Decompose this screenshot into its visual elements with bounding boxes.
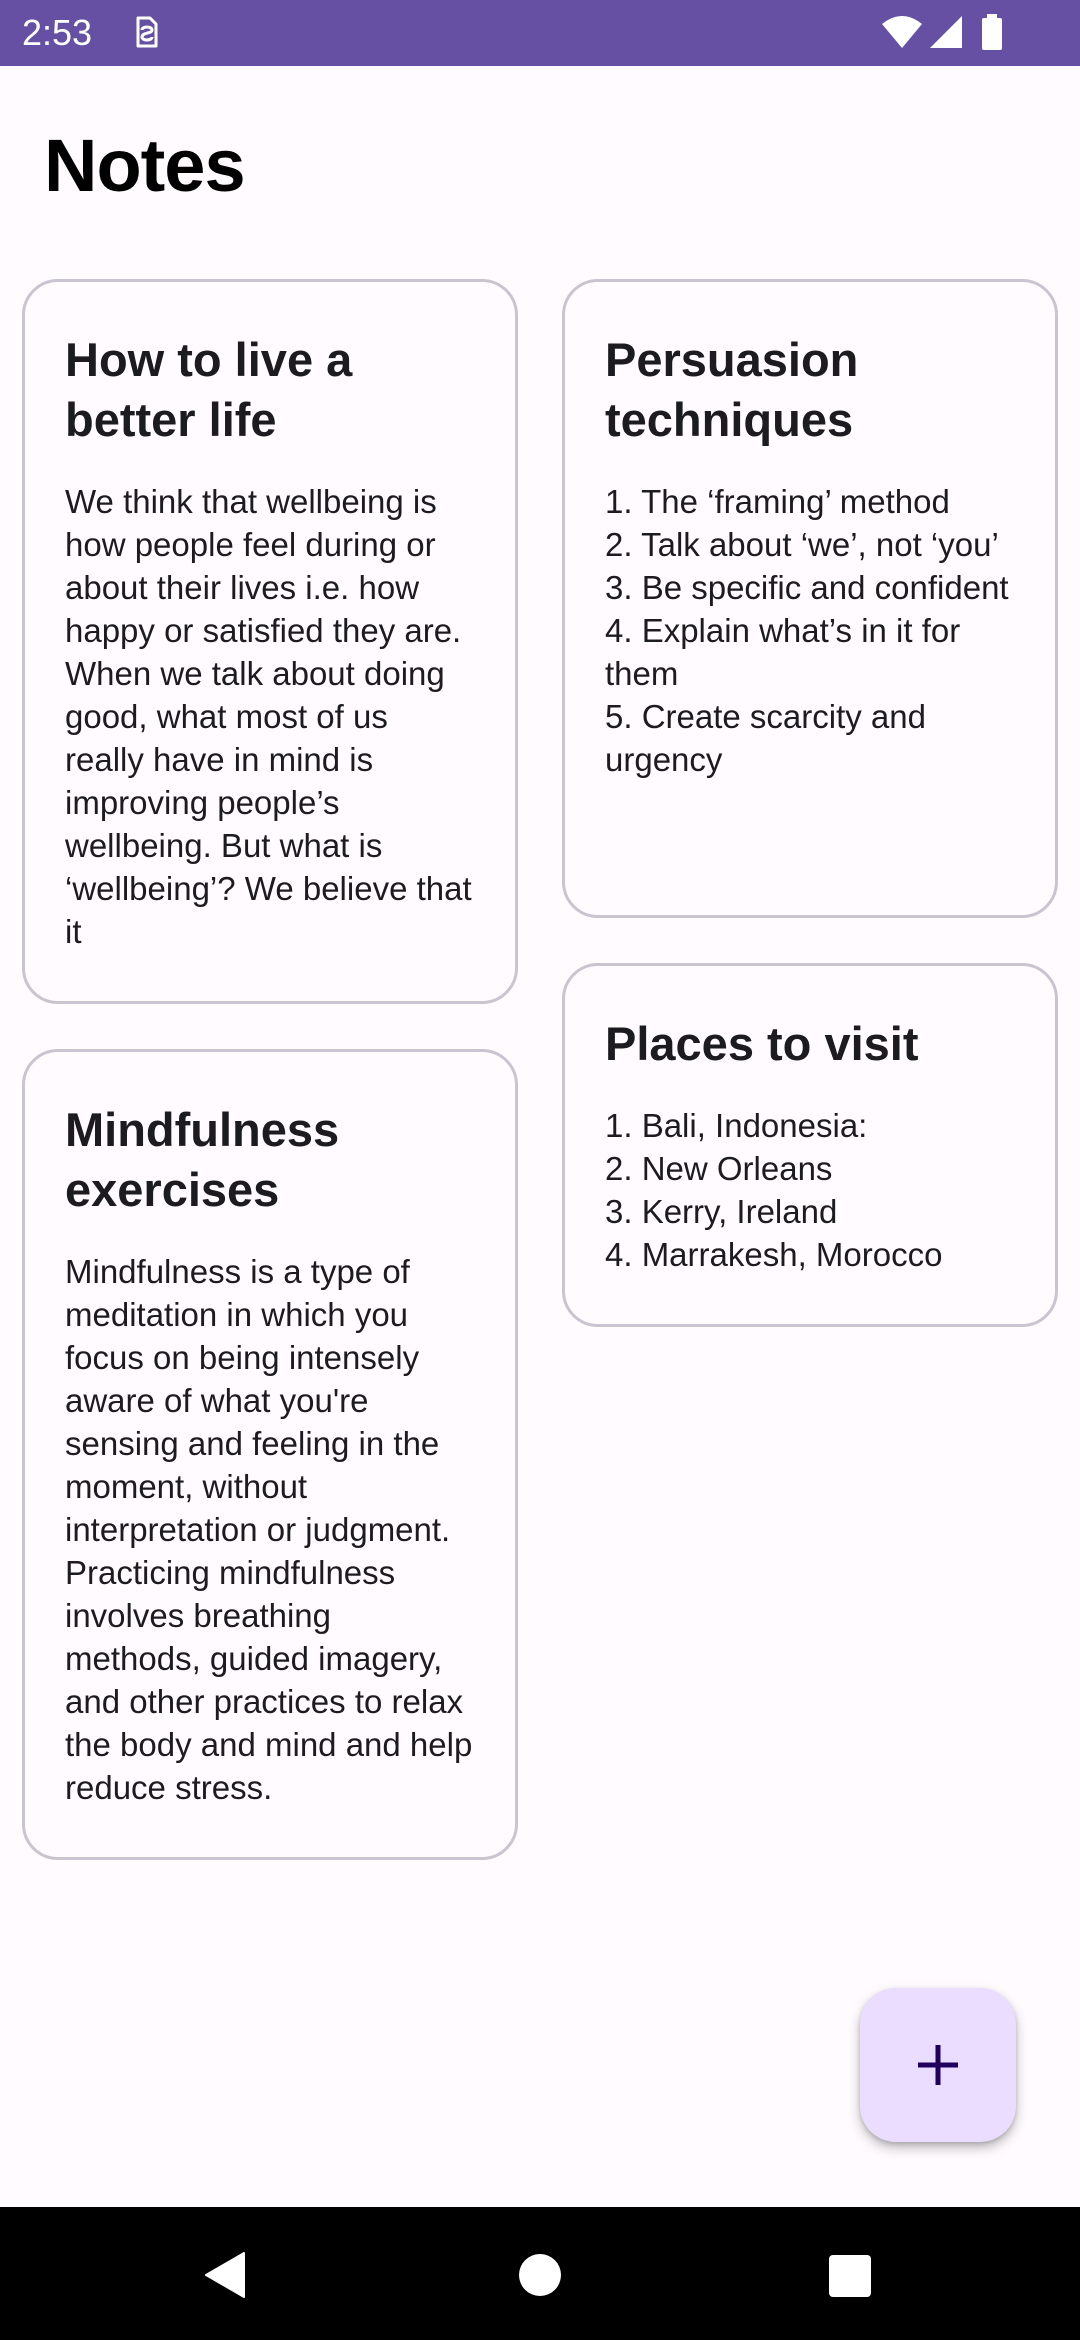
back-icon[interactable] xyxy=(200,2251,250,2299)
navigation-bar xyxy=(0,2207,1080,2340)
note-card[interactable]: How to live a better life We think that … xyxy=(22,279,518,1004)
note-title: Places to visit xyxy=(605,1017,919,1070)
status-time: 2:53 xyxy=(22,12,93,53)
note-card[interactable]: Mindfulness exercises Mindfulness is a t… xyxy=(22,1049,518,1860)
note-body: 1. Bali, Indonesia: 2. New Orleans 3. Ke… xyxy=(605,1107,943,1273)
recents-icon[interactable] xyxy=(829,2255,871,2297)
note-body: We think that wellbeing is how people fe… xyxy=(65,483,472,950)
note-card[interactable]: Persuasion techniques 1. The ‘framing’ m… xyxy=(562,279,1058,918)
note-title: How to live a better life xyxy=(65,333,353,446)
signal-icon xyxy=(930,14,964,50)
home-icon[interactable] xyxy=(518,2253,562,2297)
note-title: Persuasion techniques xyxy=(605,333,859,446)
note-body: Mindfulness is a type of meditation in w… xyxy=(65,1253,473,1806)
note-title: Mindfulness exercises xyxy=(65,1103,340,1216)
note-body: 1. The ‘framing’ method 2. Talk about ‘w… xyxy=(605,483,1009,778)
plus-icon xyxy=(918,2045,958,2085)
sim-icon xyxy=(128,14,164,50)
page-title: Notes xyxy=(44,124,246,207)
add-note-button[interactable] xyxy=(860,1988,1016,2142)
status-bar: 2:53 xyxy=(0,0,1080,66)
wifi-icon xyxy=(880,14,924,50)
battery-icon xyxy=(980,14,1004,50)
note-card[interactable]: Places to visit 1. Bali, Indonesia: 2. N… xyxy=(562,963,1058,1327)
